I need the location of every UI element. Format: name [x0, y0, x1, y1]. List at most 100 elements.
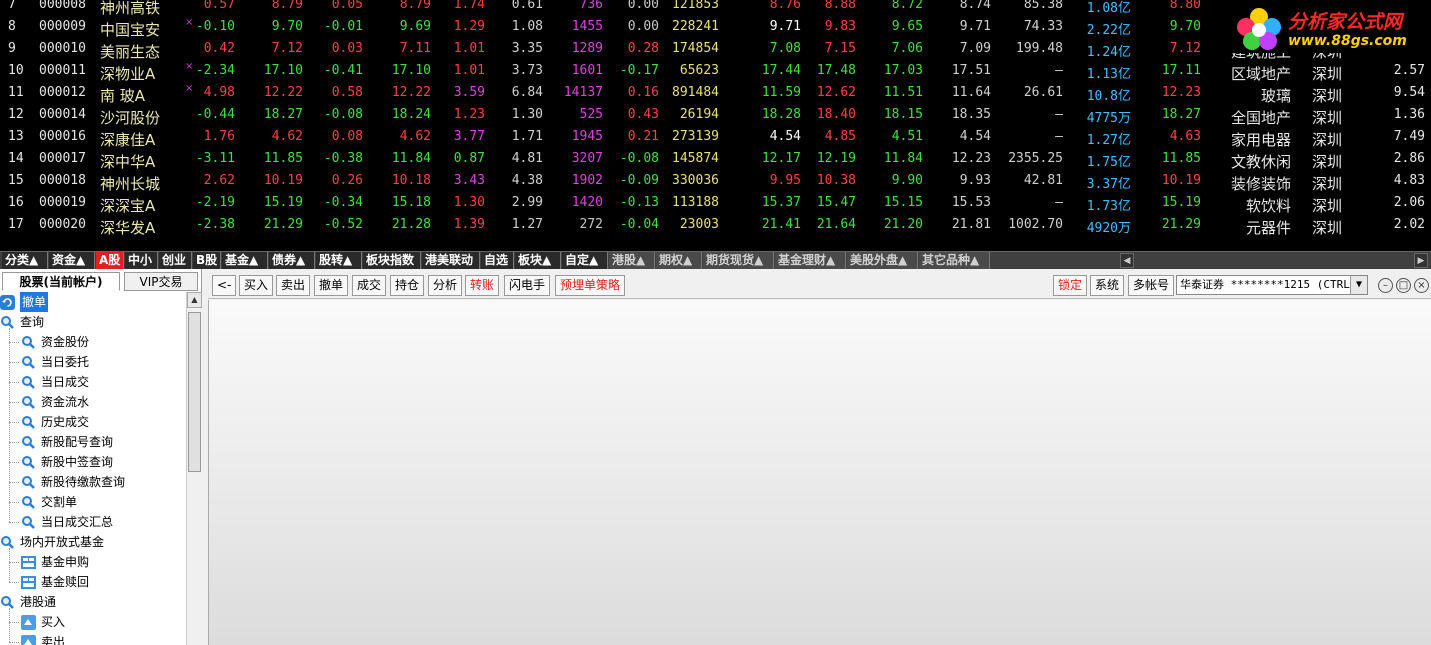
- quote-cell-per: 2.57: [1393, 63, 1425, 78]
- quote-cell-open: 4.54: [769, 129, 801, 144]
- quote-cell-prev: 8.74: [959, 0, 991, 12]
- close-icon[interactable]: ×: [1414, 278, 1429, 293]
- tab-scroll-right-icon[interactable]: ▶: [1414, 253, 1428, 268]
- cancel-order-button[interactable]: 撤单: [314, 275, 349, 296]
- quote-cell-open: 7.08: [769, 41, 801, 56]
- quote-cell-ind: 装修装饰: [1230, 175, 1291, 193]
- market-tab[interactable]: 其它品种▲: [919, 252, 990, 269]
- buy-button[interactable]: 买入: [239, 275, 274, 296]
- quote-cell-open: 9.71: [769, 19, 801, 34]
- quote-cell-amt: 3.37亿: [1086, 177, 1131, 192]
- tab-vip-trade[interactable]: VIP交易: [124, 272, 198, 291]
- quote-cell-per: 4.83: [1393, 173, 1425, 188]
- quote-cell-cur: 1455: [571, 19, 603, 34]
- quote-row[interactable]: 16 000019 深深宝A -2.19 15.19 -0.34 15.18 1.30 2.99…: [0, 193, 1431, 215]
- quote-cell-price: 18.27: [263, 107, 303, 122]
- flash-trade-button[interactable]: 闪电手: [504, 275, 551, 296]
- market-tab[interactable]: 港股▲: [609, 252, 655, 269]
- minimize-icon[interactable]: –: [1378, 278, 1393, 293]
- quote-row[interactable]: 9 000010 美丽生态 0.42 7.12 0.03 7.11 1.01 3.35 1289 0…: [0, 39, 1431, 61]
- quote-row[interactable]: 12 000014 沙河股份 -0.44 18.27 -0.08 18.24 1.23 1.30…: [0, 105, 1431, 127]
- quote-cell-prev: 17.51: [951, 63, 991, 78]
- search-icon: [21, 515, 36, 530]
- quote-cell-name: 深物业A: [100, 65, 156, 83]
- scroll-up-icon[interactable]: ▲: [187, 292, 202, 308]
- quote-cell-total: 145874: [672, 151, 719, 166]
- quote-cell-amt: 1.75亿: [1086, 155, 1131, 170]
- quote-row[interactable]: 8 000009 中国宝安 × -0.10 9.70 -0.01 9.69 1.29 1.08 14…: [0, 17, 1431, 39]
- quote-cell-high: 10.38: [816, 173, 856, 188]
- tree-item-label: 历史成交: [41, 415, 90, 429]
- system-button[interactable]: 系统: [1090, 275, 1125, 296]
- tree-scrollbar[interactable]: ▲: [186, 292, 202, 645]
- market-tab[interactable]: 自选: [481, 252, 514, 269]
- market-tab[interactable]: 中小: [125, 252, 158, 269]
- deals-button[interactable]: 成交: [352, 275, 387, 296]
- holdings-button[interactable]: 持仓: [390, 275, 425, 296]
- restore-icon[interactable]: □: [1396, 278, 1411, 293]
- scroll-thumb[interactable]: [188, 312, 201, 472]
- chevron-down-icon[interactable]: ▼: [1350, 276, 1367, 294]
- quote-cell-rate: 0.28: [627, 41, 659, 56]
- market-tab[interactable]: 港美联动: [422, 252, 480, 269]
- market-tab[interactable]: 债券▲: [269, 252, 315, 269]
- quote-cell-open: 15.37: [761, 195, 801, 210]
- quote-cell-price: 10.19: [263, 173, 303, 188]
- quote-cell-price: 4.62: [271, 129, 303, 144]
- preorder-strategy-button[interactable]: 预埋单策略: [555, 275, 626, 296]
- quote-cell-chg: 4.98: [203, 85, 235, 100]
- market-tab[interactable]: 股转▲: [316, 252, 362, 269]
- quote-row[interactable]: 13 000016 深康佳A 1.76 4.62 0.08 4.62 3.77 1.71 1945…: [0, 127, 1431, 149]
- tree-connector: [9, 562, 19, 563]
- quote-cell-rate: -0.09: [619, 173, 659, 188]
- tree-item-label: 港股通: [20, 595, 57, 609]
- sell-button[interactable]: 卖出: [276, 275, 311, 296]
- flower-logo-icon: [1237, 8, 1281, 50]
- quote-cell-pe: 74.33: [1023, 19, 1063, 34]
- quote-cell-total: 65623: [679, 63, 719, 78]
- tree-connector: [9, 582, 19, 583]
- market-tab[interactable]: 资金▲: [49, 252, 95, 269]
- search-icon: [0, 315, 15, 330]
- market-tab[interactable]: 基金▲: [222, 252, 268, 269]
- search-icon: [21, 355, 36, 370]
- quote-cell-reg: 深圳: [1312, 219, 1343, 237]
- search-icon: [21, 335, 36, 350]
- quote-cell-mark: ×: [185, 17, 194, 28]
- market-tab[interactable]: 期权▲: [656, 252, 702, 269]
- quote-cell-cur: 736: [579, 0, 603, 12]
- quote-row[interactable]: 15 000018 神州长城 2.62 10.19 0.26 10.18 3.43 4.38 19…: [0, 171, 1431, 193]
- quote-row[interactable]: 14 000017 深中华A -3.11 11.85 -0.38 11.84 0.87 4.81…: [0, 149, 1431, 171]
- tab-stock-account[interactable]: 股票(当前帐户): [2, 272, 120, 291]
- market-tab[interactable]: 板块指数: [363, 252, 421, 269]
- back-button[interactable]: <-: [212, 275, 237, 296]
- market-tab[interactable]: 自定▲: [562, 252, 608, 269]
- quote-cell-vol: 4.38: [511, 173, 543, 188]
- quote-cell-low: 8.72: [891, 0, 923, 12]
- tab-scroll-left-icon[interactable]: ◀: [1120, 253, 1134, 268]
- market-tab[interactable]: B股: [193, 252, 221, 269]
- market-tab[interactable]: 创业: [159, 252, 192, 269]
- market-tab[interactable]: 美股外盘▲: [847, 252, 918, 269]
- analyze-button[interactable]: 分析: [428, 275, 463, 296]
- broker-account-select[interactable]: 华泰证券 ********1215 (CTRL+1) ▼: [1176, 275, 1368, 295]
- market-tab[interactable]: 期货现货▲: [703, 252, 774, 269]
- market-tab[interactable]: 基金理财▲: [775, 252, 846, 269]
- multi-account-button[interactable]: 多帐号: [1128, 275, 1175, 296]
- market-tab[interactable]: 分类▲: [2, 252, 48, 269]
- market-tab[interactable]: 板块▲: [515, 252, 561, 269]
- logo-title: 分析家公式网: [1288, 11, 1403, 33]
- quote-row[interactable]: 10 000011 深物业A × -2.34 17.10 -0.41 17.10 1.01 3.7…: [0, 61, 1431, 83]
- market-tab[interactable]: A股: [96, 252, 124, 269]
- lock-button[interactable]: 锁定: [1053, 275, 1088, 296]
- search-icon: [21, 415, 36, 430]
- quote-cell-updn: 0.08: [331, 129, 363, 144]
- search-icon: [21, 475, 36, 490]
- quote-row[interactable]: 17 000020 深华发A -2.38 21.29 -0.52 21.28 1.39 1.27…: [0, 215, 1431, 237]
- transfer-button[interactable]: 转账: [465, 275, 500, 296]
- quote-row[interactable]: 11 000012 南 玻A × 4.98 12.22 0.58 12.22 3.59 6.84 1…: [0, 83, 1431, 105]
- quote-cell-vol: 3.35: [511, 41, 543, 56]
- quote-row[interactable]: 7 000008 神州高铁 0.57 8.79 0.05 8.79 1.74 0.61 736 0.…: [0, 0, 1431, 17]
- quote-cell-cur: 525: [579, 107, 603, 122]
- trading-panel: 股票(当前帐户) VIP交易 撤单 查询 资金股份 当日委托 当日成交 资金流水 历史成交新…: [0, 269, 1431, 645]
